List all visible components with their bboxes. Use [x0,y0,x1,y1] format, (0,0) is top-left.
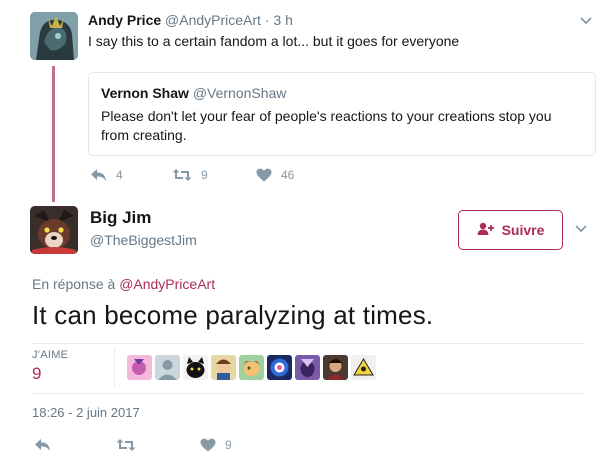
reply-icon [34,438,51,452]
heart-icon [200,438,216,452]
separator: · [264,12,270,28]
chevron-down-icon[interactable] [580,14,592,28]
heart-icon [256,168,272,182]
divider [32,343,584,344]
author-name[interactable]: Andy Price [88,12,161,28]
quoted-tweet-header: Vernon Shaw @VernonShaw [101,85,286,101]
like-button[interactable]: 9 [200,438,232,452]
reply-handle-link[interactable]: @AndyPriceArt [119,276,215,292]
avatar-image [30,12,78,60]
retweet-count: 9 [201,168,208,182]
add-user-icon [477,222,495,239]
thread-line [52,66,55,202]
follow-button-label: Suivre [501,222,545,238]
avatar-big-jim[interactable] [30,206,78,254]
quoted-tweet-card[interactable]: Vernon Shaw @VernonShaw Please don't let… [88,72,596,156]
tweet-timestamp: 18:26 - 2 juin 2017 [32,405,140,420]
main-tweet-actions: 9 [34,438,232,452]
avatar-image [30,206,78,254]
tweet-text: It can become paralyzing at times. [32,300,434,330]
retweet-icon [116,438,136,452]
liker-avatar[interactable] [351,355,376,380]
tweet-time[interactable]: 3 h [273,12,292,28]
reply-prefix: En réponse à [32,276,116,292]
liker-avatar[interactable] [127,355,152,380]
liker-avatar[interactable] [267,355,292,380]
quoted-author-handle: @VernonShaw [192,85,287,101]
liker-avatar[interactable] [183,355,208,380]
reply-button[interactable]: 4 [90,168,172,182]
chevron-down-icon[interactable] [575,222,587,236]
likers-avatars [127,355,376,380]
retweet-button[interactable] [116,438,200,452]
retweet-icon [172,168,192,182]
retweet-button[interactable]: 9 [172,168,256,182]
follow-button[interactable]: Suivre [458,210,563,250]
reply-button[interactable] [34,438,116,452]
likes-separator [114,347,115,387]
tweet-text: I say this to a certain fandom a lot... … [88,33,460,49]
likes-count[interactable]: 9 [32,364,41,384]
reply-icon [90,168,107,182]
author-handle[interactable]: @TheBiggestJim [90,232,197,248]
reply-count: 4 [116,168,123,182]
quoted-tweet-text: Please don't let your fear of people's r… [101,108,552,143]
divider [32,393,584,394]
like-count: 46 [281,168,295,182]
like-count: 9 [225,438,232,452]
parent-tweet-header: Andy Price @AndyPriceArt · 3 h [88,12,293,28]
author-handle[interactable]: @AndyPriceArt [165,12,261,28]
quoted-author-name: Vernon Shaw [101,85,189,101]
liker-avatar[interactable] [155,355,180,380]
liker-avatar[interactable] [295,355,320,380]
likes-label: J'AIME [32,349,69,361]
reply-context: En réponse à @AndyPriceArt [32,276,215,292]
liker-avatar[interactable] [323,355,348,380]
parent-tweet-actions: 4 9 46 [90,168,294,182]
avatar-andy-price[interactable] [30,12,78,60]
author-name[interactable]: Big Jim [90,208,151,228]
liker-avatar[interactable] [239,355,264,380]
liker-avatar[interactable] [211,355,236,380]
like-button[interactable]: 46 [256,168,294,182]
